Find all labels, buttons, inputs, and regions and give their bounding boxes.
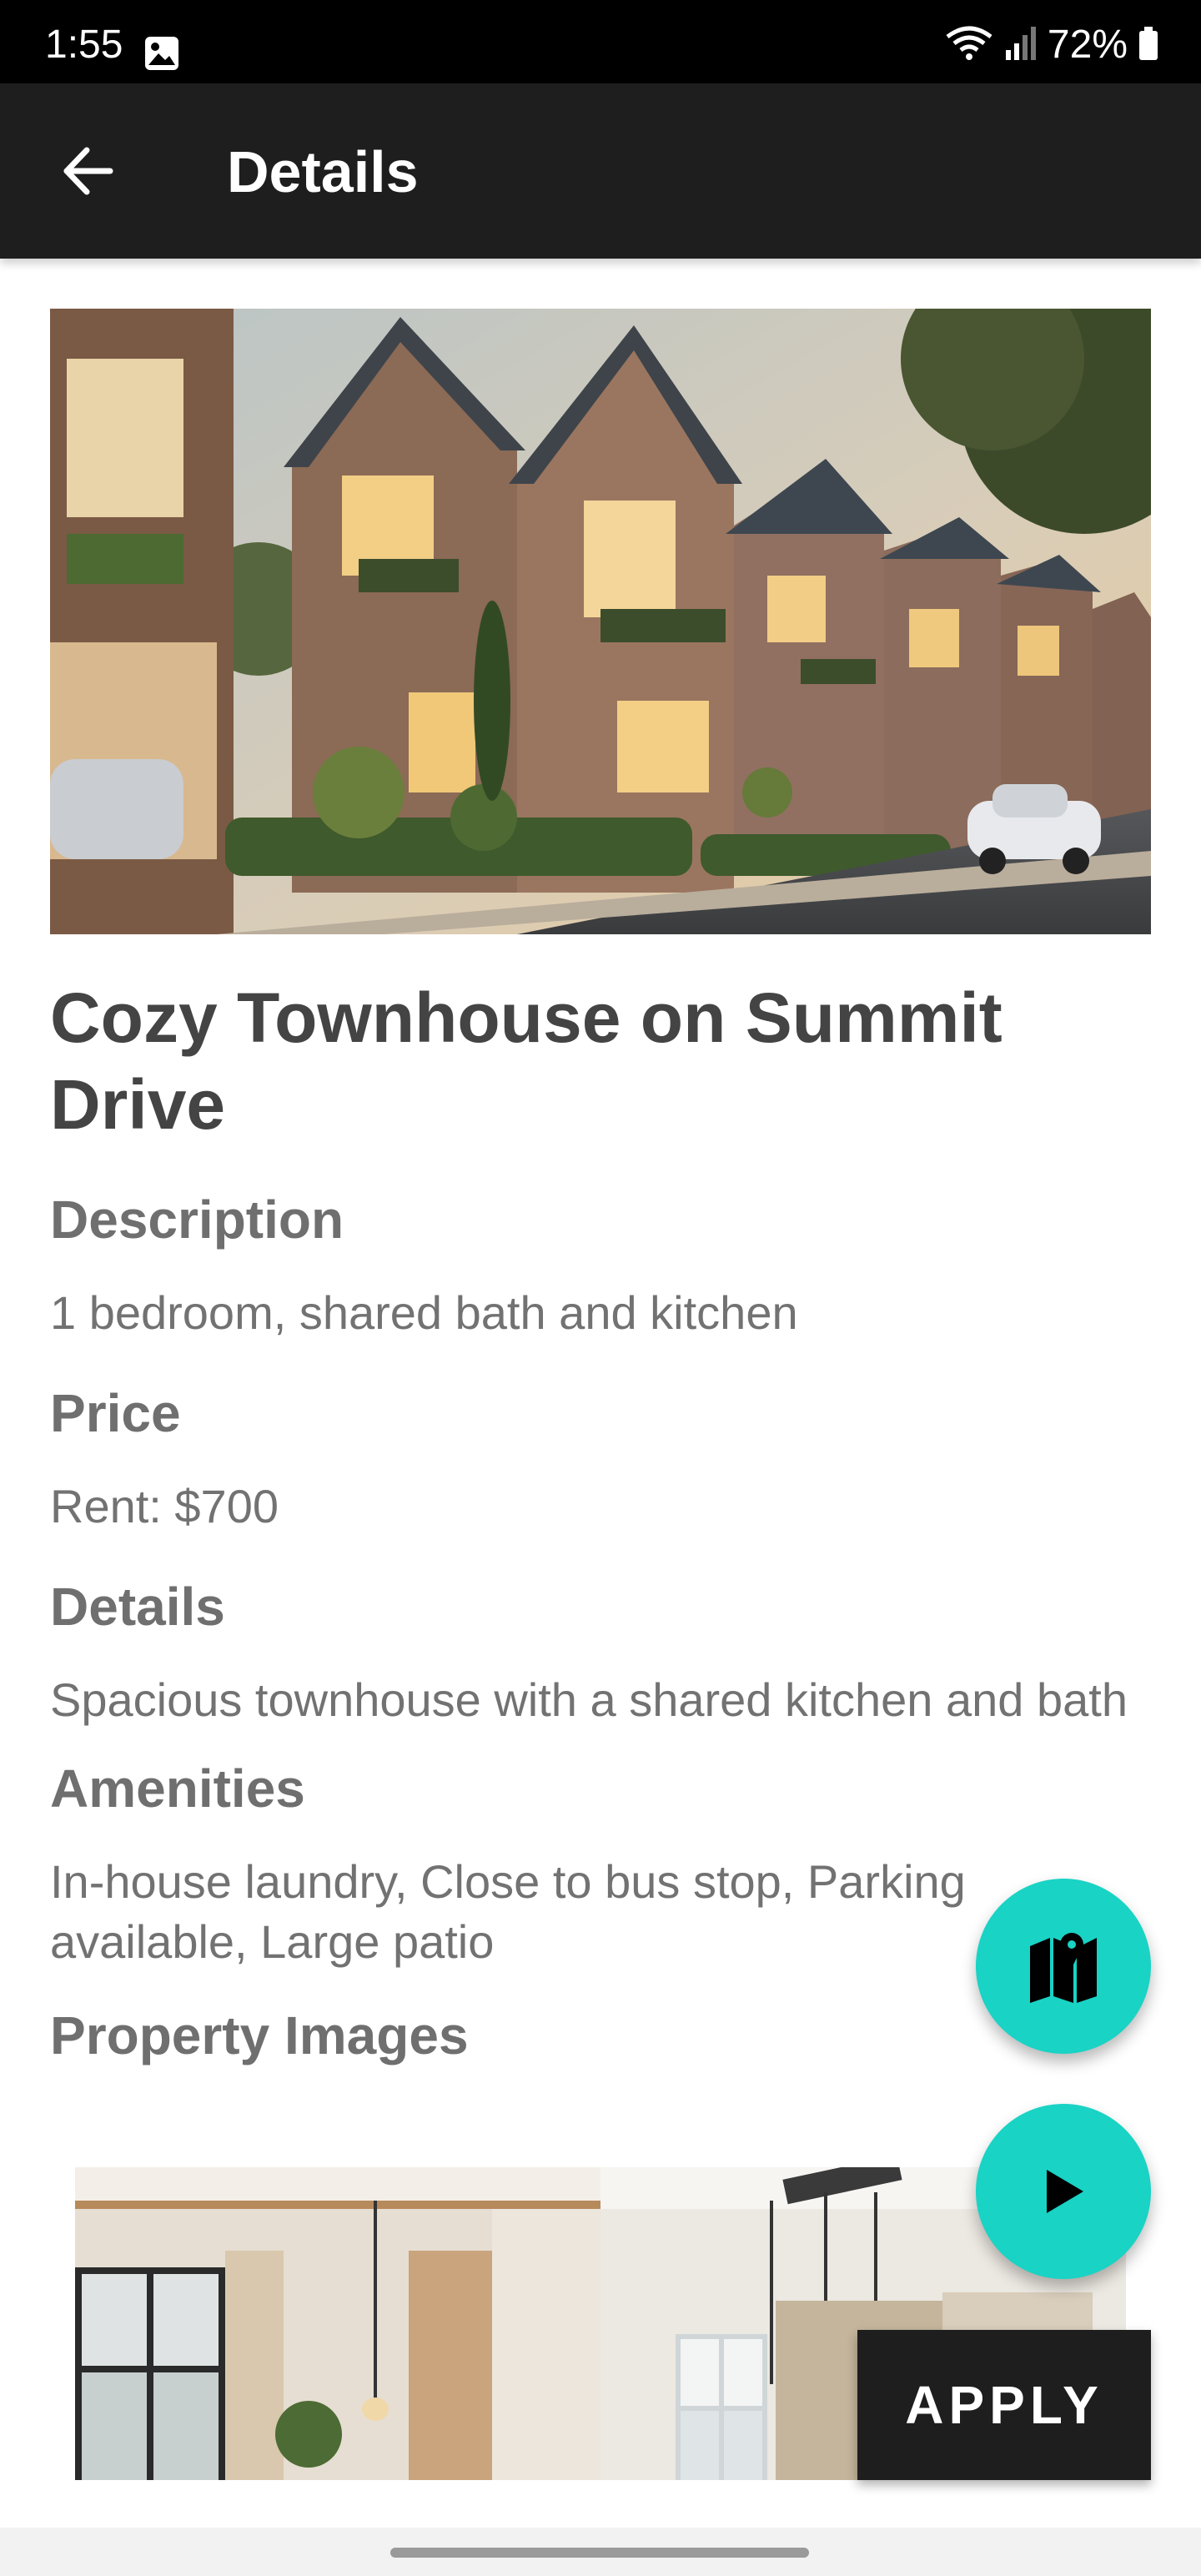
price-text: Rent: $700 [50, 1480, 279, 1532]
signal-icon [1004, 25, 1038, 66]
apply-button[interactable]: APPLY [857, 2330, 1151, 2480]
status-bar: 1:55 72% [0, 0, 1201, 83]
price-heading: Price [50, 1383, 181, 1443]
back-button[interactable] [50, 133, 125, 209]
map-icon [1030, 1933, 1097, 2003]
description-text: 1 bedroom, shared bath and kitchen [50, 1286, 798, 1339]
property-images-heading: Property Images [50, 2005, 469, 2065]
details-heading: Details [50, 1577, 225, 1637]
status-time: 1:55 [45, 23, 123, 67]
wifi-icon [944, 25, 994, 66]
status-icons: 72% [944, 25, 1159, 65]
details-text: Spacious townhouse with a shared kitchen… [50, 1673, 1128, 1726]
play-button[interactable] [976, 2104, 1151, 2279]
home-indicator[interactable] [390, 2548, 809, 2558]
listing-title: Cozy Townhouse on Summit Drive [50, 979, 1003, 1144]
battery-icon [1138, 25, 1159, 66]
gallery-icon [143, 35, 180, 76]
map-button[interactable] [976, 1879, 1151, 2054]
details-screen: 1:55 72% Details Cozy Townhouse on Summi… [0, 0, 1201, 2576]
app-bar: Details [0, 83, 1201, 259]
amenities-text: In-house laundry, Close to bus stop, Par… [50, 1855, 966, 1968]
property-hero-image [50, 309, 1151, 934]
battery-percent: 72% [1047, 23, 1128, 67]
arrow-left-icon [63, 147, 113, 195]
amenities-heading: Amenities [50, 1758, 305, 1819]
description-heading: Description [50, 1190, 344, 1250]
page-title: Details [227, 139, 419, 204]
listing-content: Cozy Townhouse on Summit Drive Descripti… [50, 309, 1151, 2069]
play-icon [1047, 2170, 1083, 2213]
